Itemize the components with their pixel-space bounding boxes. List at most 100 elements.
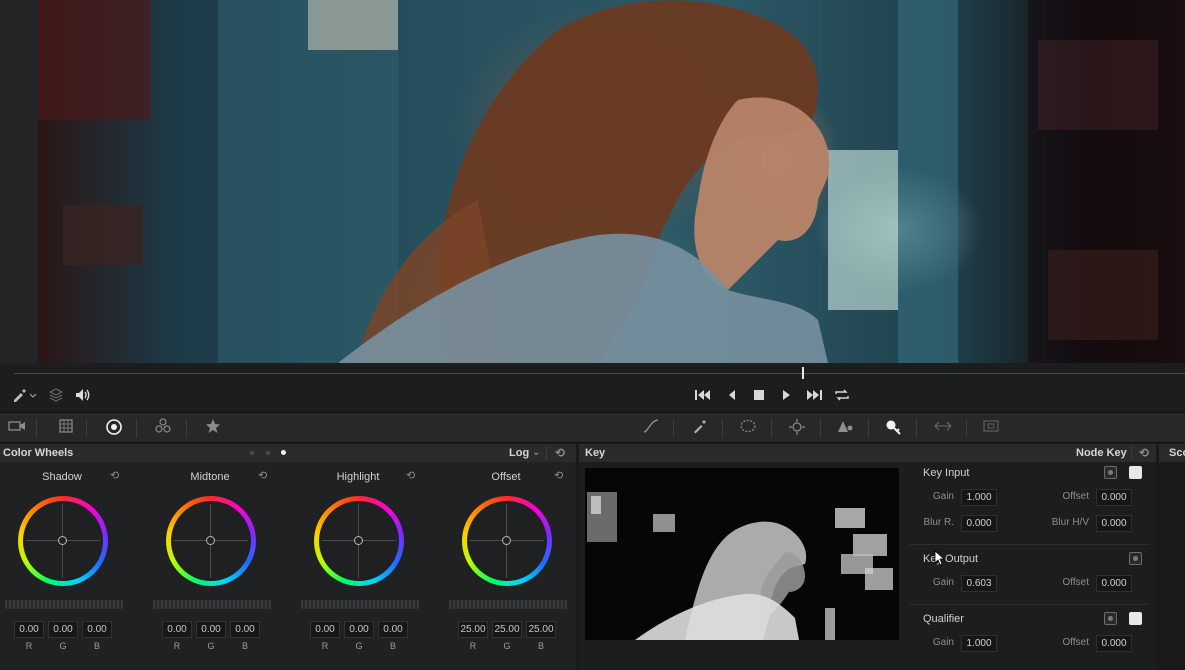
key-input-title: Key Input bbox=[923, 467, 970, 479]
green-value-field[interactable]: 0.00 bbox=[48, 621, 78, 638]
master-jog-wheel[interactable] bbox=[153, 600, 271, 609]
wheel-group-highlight: Highlight ⟲ 0.00 0.00 0.00 R G B bbox=[298, 466, 438, 666]
wheel-center-handle[interactable] bbox=[502, 536, 511, 545]
playhead[interactable] bbox=[802, 367, 805, 379]
wheel-reset-icon[interactable]: ⟲ bbox=[406, 469, 415, 482]
color-wheels-tab-icon[interactable] bbox=[103, 418, 125, 438]
qualifier-eyedropper-icon[interactable] bbox=[689, 418, 711, 438]
motion-effects-icon[interactable] bbox=[202, 418, 224, 438]
red-value-field[interactable]: 0.00 bbox=[14, 621, 44, 638]
key-output-offset-label: Offset bbox=[1062, 577, 1090, 588]
wheel-reset-icon[interactable]: ⟲ bbox=[554, 469, 563, 482]
page-dot-active[interactable] bbox=[281, 450, 286, 455]
key-mode-label[interactable]: Node Key bbox=[1076, 444, 1127, 462]
palette-divider bbox=[136, 419, 137, 438]
curves-icon[interactable] bbox=[640, 418, 662, 438]
qualifier-gain-field[interactable]: 1.000 bbox=[961, 635, 997, 652]
key-input-offset-label: Offset bbox=[1062, 491, 1090, 502]
color-wheels-panel: Color Wheels Log ⌄ ⟲ Shadow ⟲ 0.00 0.00 0.00… bbox=[0, 444, 576, 670]
layers-icon[interactable] bbox=[46, 387, 66, 407]
page-dot[interactable] bbox=[250, 451, 254, 455]
key-tab-icon[interactable] bbox=[882, 418, 904, 438]
red-value-field[interactable]: 0.00 bbox=[310, 621, 340, 638]
key-output-offset-field[interactable]: 0.000 bbox=[1096, 575, 1132, 592]
qualifier-invert-button[interactable] bbox=[1104, 612, 1117, 625]
palette-divider bbox=[966, 419, 967, 438]
reset-all-icon[interactable]: ⟲ bbox=[555, 444, 565, 462]
master-jog-wheel[interactable] bbox=[5, 600, 123, 609]
stop-icon[interactable] bbox=[749, 387, 769, 407]
wheel-group-offset: Offset ⟲ 25.00 25.00 25.00 R G B bbox=[446, 466, 586, 666]
red-label: R bbox=[173, 641, 181, 651]
blue-label: B bbox=[93, 641, 100, 651]
wheel-group-shadow: Shadow ⟲ 0.00 0.00 0.00 R G B bbox=[2, 466, 142, 666]
green-label: G bbox=[59, 641, 67, 651]
key-input-blur-r-field[interactable]: 0.000 bbox=[961, 515, 997, 532]
play-icon[interactable] bbox=[776, 387, 796, 407]
key-section-divider bbox=[909, 544, 1149, 545]
red-value-field[interactable]: 0.00 bbox=[162, 621, 192, 638]
key-output-gain-field[interactable]: 0.603 bbox=[961, 575, 997, 592]
blue-value-field[interactable]: 0.00 bbox=[230, 621, 260, 638]
green-label: G bbox=[503, 641, 511, 651]
key-reset-icon[interactable]: ⟲ bbox=[1139, 444, 1149, 462]
key-input-mask-button[interactable] bbox=[1129, 466, 1142, 479]
key-input-blur-hv-field[interactable]: 0.000 bbox=[1096, 515, 1132, 532]
palette-divider bbox=[86, 419, 87, 438]
eyedropper-dropdown-icon[interactable] bbox=[10, 387, 38, 407]
color-wheels-header: Color Wheels Log ⌄ ⟲ bbox=[0, 444, 576, 462]
qualifier-mask-button[interactable] bbox=[1129, 612, 1142, 625]
blue-value-field[interactable]: 0.00 bbox=[378, 621, 408, 638]
color-match-icon[interactable] bbox=[55, 418, 77, 438]
scope-panel-title[interactable]: Sco bbox=[1169, 444, 1185, 462]
audio-volume-icon[interactable] bbox=[72, 387, 94, 407]
master-jog-wheel[interactable] bbox=[301, 600, 419, 609]
qualifier-offset-field[interactable]: 0.000 bbox=[1096, 635, 1132, 652]
red-label: R bbox=[321, 641, 329, 651]
key-output-gain-label: Gain bbox=[932, 577, 954, 588]
play-reverse-icon[interactable] bbox=[722, 387, 742, 407]
blur-icon[interactable] bbox=[834, 418, 856, 438]
3d-icon[interactable] bbox=[980, 418, 1002, 438]
go-to-start-icon[interactable] bbox=[692, 387, 714, 407]
window-icon[interactable] bbox=[737, 418, 759, 438]
wheel-center-handle[interactable] bbox=[354, 536, 363, 545]
key-input-invert-button[interactable] bbox=[1104, 466, 1117, 479]
chevron-down-icon[interactable]: ⌄ bbox=[532, 444, 540, 462]
green-label: G bbox=[207, 641, 215, 651]
key-input-blur-hv-label: Blur H/V bbox=[1051, 517, 1089, 528]
rgb-mixer-icon[interactable] bbox=[152, 418, 174, 438]
key-input-offset-field[interactable]: 0.000 bbox=[1096, 489, 1132, 506]
wheel-reset-icon[interactable]: ⟲ bbox=[258, 469, 267, 482]
green-value-field[interactable]: 25.00 bbox=[492, 621, 522, 638]
red-value-field[interactable]: 25.00 bbox=[458, 621, 488, 638]
viewer[interactable] bbox=[0, 0, 1185, 363]
key-output-title: Key Output bbox=[923, 553, 979, 565]
wheel-center-handle[interactable] bbox=[206, 536, 215, 545]
green-value-field[interactable]: 0.00 bbox=[196, 621, 226, 638]
camera-raw-icon[interactable] bbox=[6, 418, 28, 438]
transport-bar bbox=[0, 383, 1185, 411]
green-value-field[interactable]: 0.00 bbox=[344, 621, 374, 638]
master-jog-wheel[interactable] bbox=[449, 600, 567, 609]
blue-value-field[interactable]: 0.00 bbox=[82, 621, 112, 638]
viewer-frame-shapes bbox=[38, 0, 1158, 363]
tracker-icon[interactable] bbox=[786, 418, 808, 438]
go-to-end-icon[interactable] bbox=[803, 387, 825, 407]
timeline-scrubber[interactable] bbox=[0, 363, 1185, 383]
wheel-reset-icon[interactable]: ⟲ bbox=[110, 469, 119, 482]
scrubber-track[interactable] bbox=[14, 373, 1185, 374]
blue-value-field[interactable]: 25.00 bbox=[526, 621, 556, 638]
sizing-icon[interactable] bbox=[932, 418, 954, 438]
key-input-gain-field[interactable]: 1.000 bbox=[961, 489, 997, 506]
wheel-mode-select[interactable]: Log bbox=[509, 444, 529, 462]
wheel-center-handle[interactable] bbox=[58, 536, 67, 545]
palette-divider bbox=[673, 419, 674, 438]
page-dot[interactable] bbox=[266, 451, 270, 455]
loop-icon[interactable] bbox=[831, 387, 853, 407]
key-panel: Key Node Key ⟲ Key Input Gain 1.000 Offs… bbox=[579, 444, 1156, 670]
wheel-group-midtone: Midtone ⟲ 0.00 0.00 0.00 R G B bbox=[150, 466, 290, 666]
wheel-title: Midtone bbox=[190, 471, 230, 483]
key-output-invert-button[interactable] bbox=[1129, 552, 1142, 565]
palette-toolbar bbox=[0, 412, 1185, 443]
